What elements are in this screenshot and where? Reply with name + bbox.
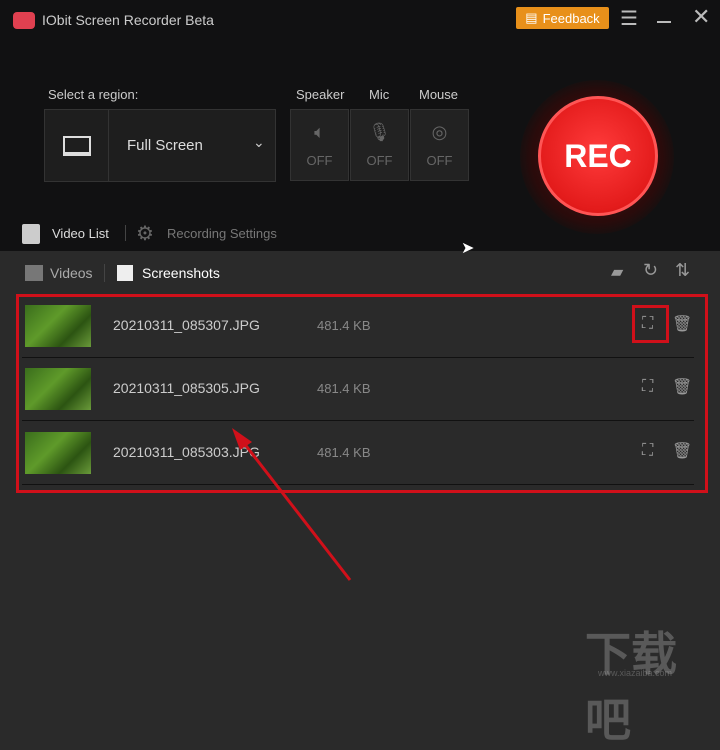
- watermark-logo: 下载吧: [585, 628, 677, 746]
- annotation-arrow: [232, 428, 352, 581]
- watermark-url: www.xiazaiba.com: [598, 668, 673, 678]
